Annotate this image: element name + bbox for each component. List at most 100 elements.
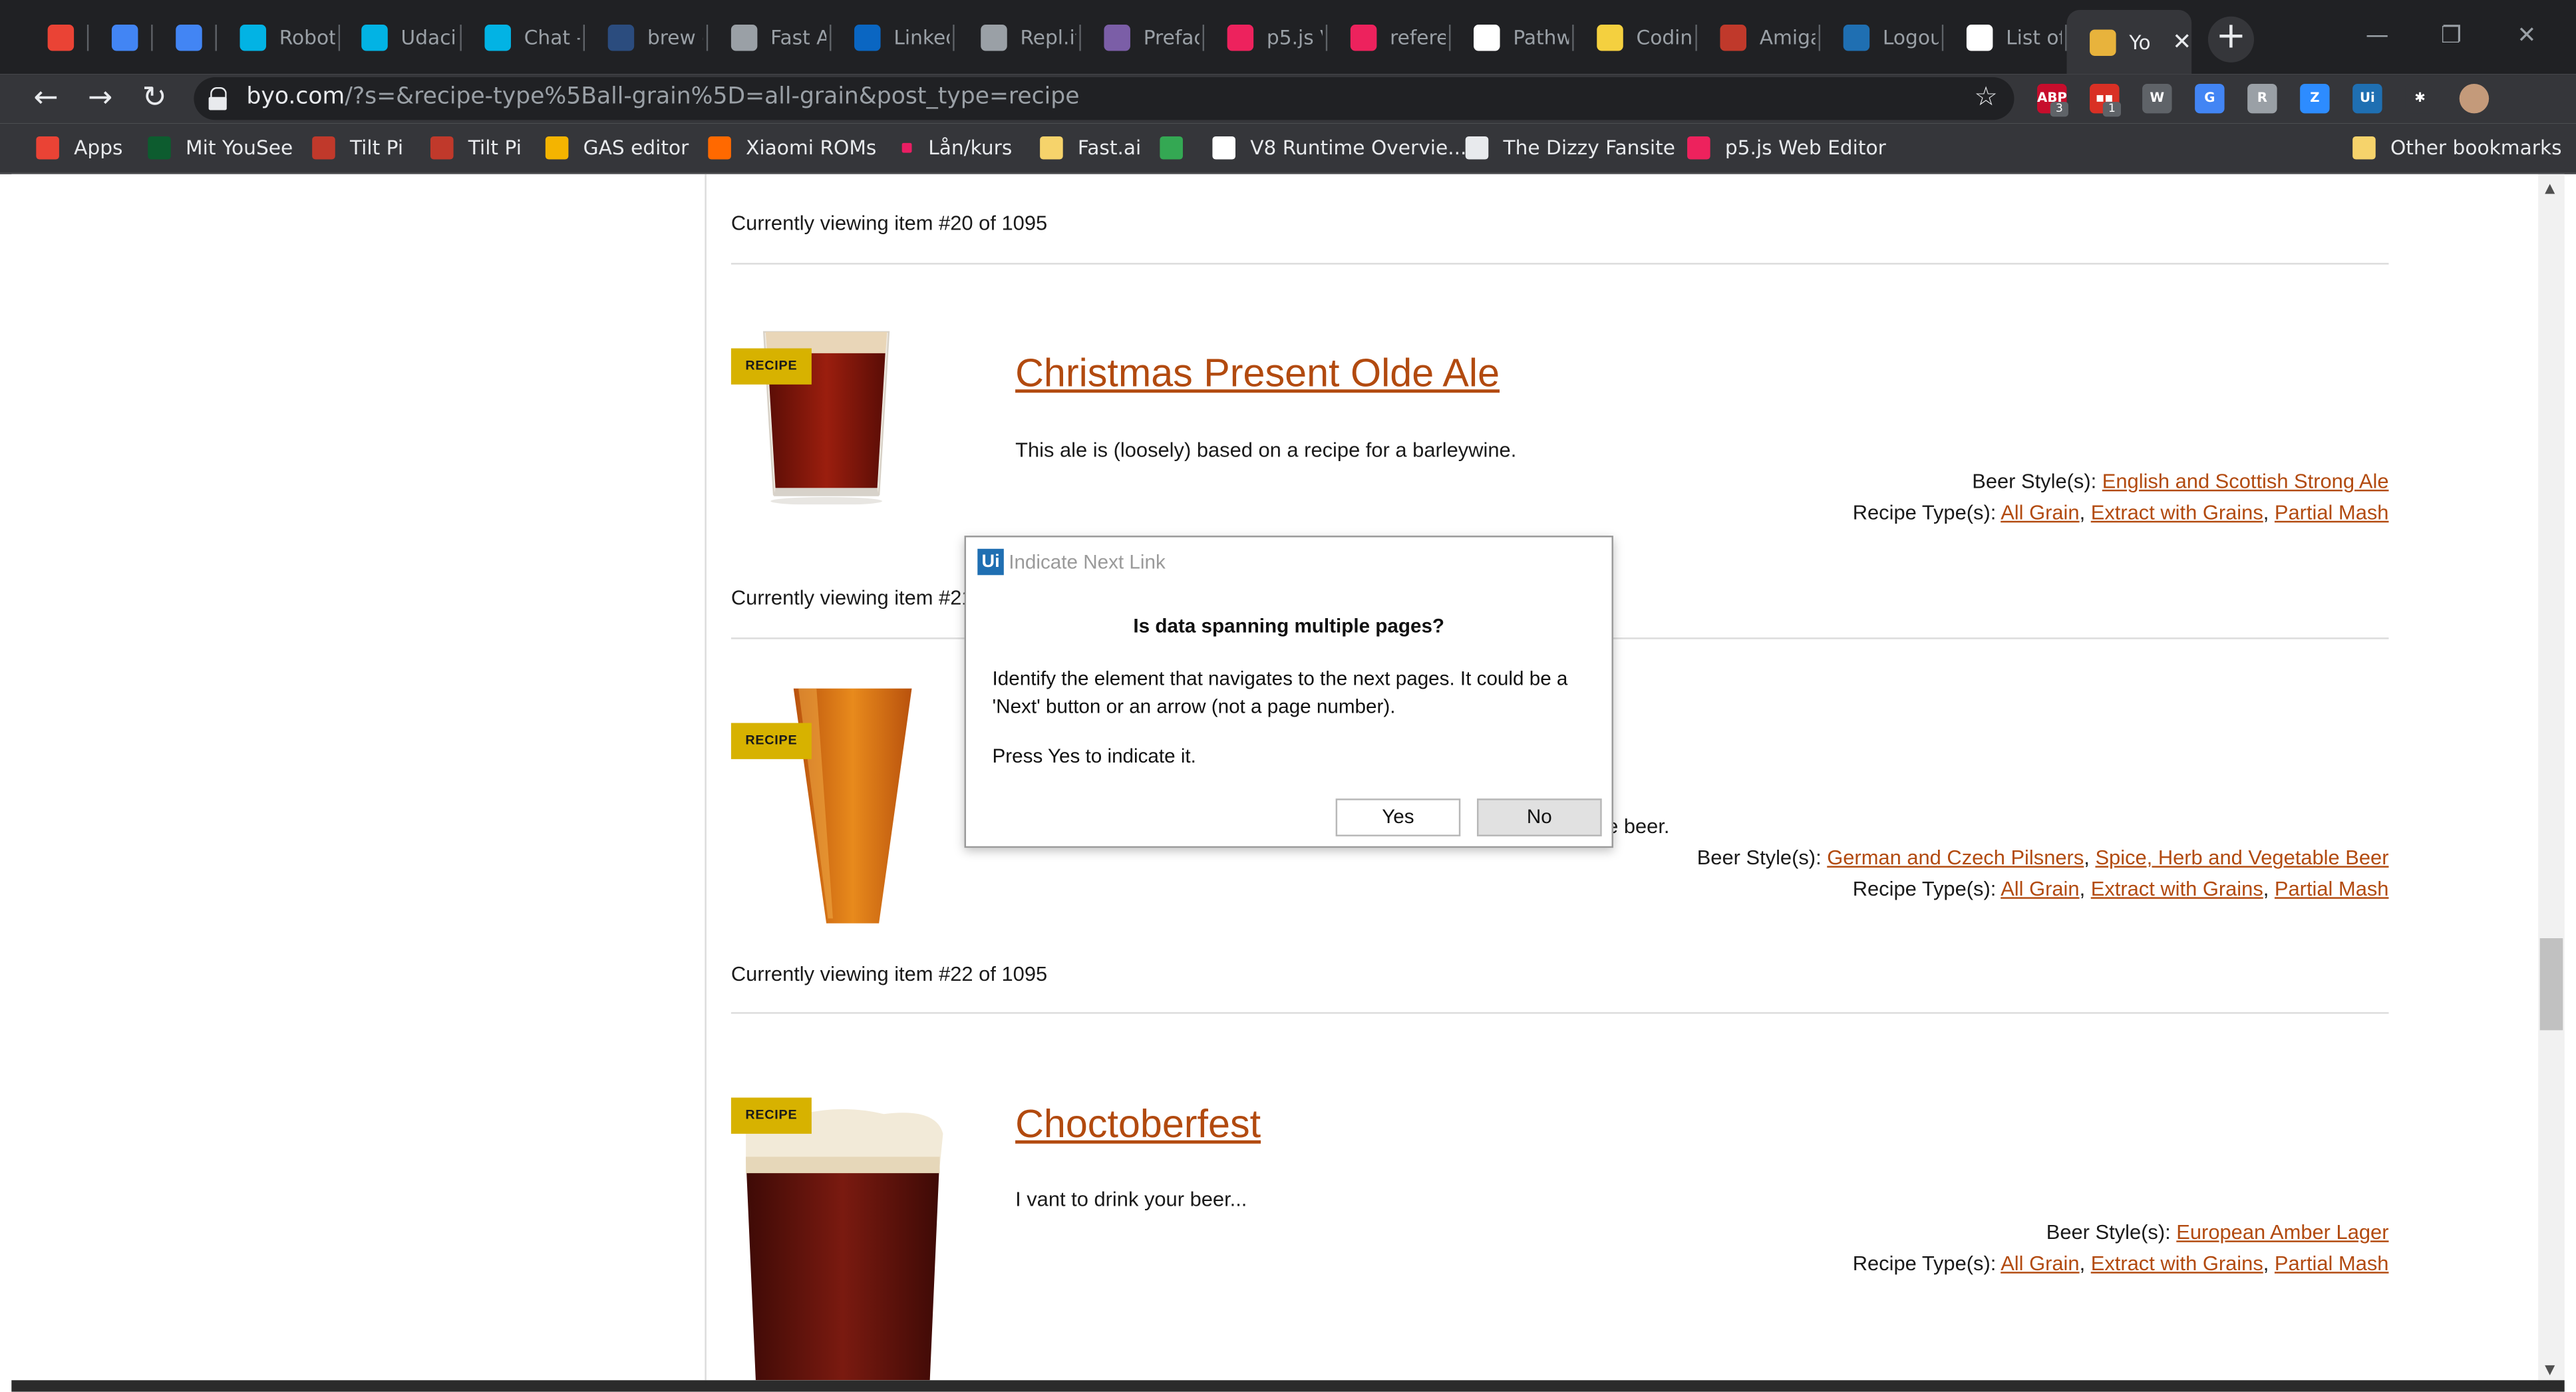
- type-link-partial-mash[interactable]: Partial Mash: [2275, 878, 2389, 901]
- bookmark-star-icon[interactable]: ☆: [1974, 81, 1997, 112]
- minimize-button[interactable]: —: [2339, 0, 2415, 73]
- browser-tab[interactable]: Roboti: [217, 13, 341, 63]
- recipe-badge: RECIPE: [730, 723, 812, 759]
- viewing-counter: Currently viewing item #21: [730, 586, 973, 610]
- browser-tab[interactable]: p5.js V: [1204, 13, 1328, 63]
- preface-icon: [1104, 25, 1130, 51]
- style-link[interactable]: Spice, Herb and Vegetable Beer: [2095, 846, 2388, 870]
- restore-button[interactable]: ❐: [2414, 0, 2490, 73]
- bookmark-item[interactable]: Apps: [36, 134, 122, 161]
- style-link[interactable]: German and Czech Pilsners: [1827, 846, 2084, 870]
- page-scrollbar[interactable]: [2538, 174, 2565, 1381]
- type-link-partial-mash[interactable]: Partial Mash: [2275, 501, 2389, 524]
- udacity-icon: [484, 25, 511, 51]
- bookmark-label: Lån/kurs: [928, 136, 1013, 160]
- type-link-extract[interactable]: Extract with Grains: [2091, 501, 2263, 524]
- browser-tab[interactable]: List of: [1943, 13, 2067, 63]
- bookmark-item[interactable]: Tilt Pi: [312, 134, 403, 161]
- folder-icon: [2352, 136, 2376, 160]
- dialog-question: Is data spanning multiple pages?: [1133, 614, 1445, 638]
- type-link-extract[interactable]: Extract with Grains: [2091, 1252, 2263, 1276]
- bookmark-item[interactable]: Fast.ai: [1040, 134, 1141, 161]
- type-link-all-grain[interactable]: All Grain: [2001, 878, 2079, 901]
- no-button[interactable]: No: [1476, 798, 1602, 836]
- translate-ext-icon[interactable]: G: [2195, 83, 2225, 114]
- other-bookmarks[interactable]: Other bookmarks: [2352, 134, 2562, 161]
- browser-tab[interactable]: Udacit: [339, 13, 462, 63]
- browser-tab[interactable]: [153, 13, 217, 63]
- back-arrow-icon[interactable]: ←: [25, 77, 67, 120]
- browser-tab[interactable]: Amiga: [1697, 13, 1821, 63]
- browser-tab[interactable]: Prefac: [1081, 13, 1205, 63]
- recipe-title-link[interactable]: Choctoberfest: [1015, 1103, 1261, 1148]
- browser-tab[interactable]: refere: [1327, 13, 1451, 63]
- type-link-partial-mash[interactable]: Partial Mash: [2275, 1252, 2389, 1276]
- recipe-description: I vant to drink your beer...: [1015, 1188, 1247, 1211]
- beer-styles: Beer Style(s): English and Scottish Stro…: [1972, 470, 2389, 493]
- browser-tab[interactable]: Linked: [832, 13, 955, 63]
- forward-arrow-icon[interactable]: →: [79, 77, 122, 120]
- udacity-icon: [240, 25, 267, 51]
- browser-tab[interactable]: Pathw: [1450, 13, 1574, 63]
- viewing-counter: Currently viewing item #22 of 1095: [730, 963, 1048, 986]
- beer-glass-image-3[interactable]: [736, 1107, 949, 1381]
- browser-tab[interactable]: Logou: [1820, 13, 1944, 63]
- horizontal-scroll-area: [11, 1380, 2565, 1392]
- viewing-counter: Currently viewing item #20 of 1095: [730, 212, 1048, 236]
- tab-title: Fast A: [770, 26, 827, 50]
- url-text[interactable]: byo.com/?s=&recipe-type%5Ball-grain%5D=a…: [246, 84, 1079, 110]
- close-tab-icon[interactable]: ✕: [2172, 29, 2191, 55]
- indicate-next-link-dialog: Ui Indicate Next Link Is data spanning m…: [964, 536, 1613, 848]
- reload-icon[interactable]: ↻: [133, 77, 176, 120]
- dot-icon: [901, 142, 912, 153]
- type-link-extract[interactable]: Extract with Grains: [2091, 878, 2263, 901]
- browser-tab[interactable]: Chat -: [462, 13, 585, 63]
- tab-title: List of: [2006, 26, 2062, 50]
- reader-ext-icon[interactable]: R: [2247, 83, 2277, 114]
- zoom-ext-icon[interactable]: Z: [2300, 83, 2330, 114]
- bookmark-label: The Dizzy Fansite: [1503, 136, 1675, 160]
- extension-badge: 1: [2102, 102, 2121, 117]
- browser-tab[interactable]: brew c: [585, 13, 709, 63]
- linkedin-icon: [854, 25, 881, 51]
- recipe-title-link[interactable]: Christmas Present Olde Ale: [1015, 351, 1500, 397]
- scroll-down-icon[interactable]: ▼: [2545, 1362, 2555, 1377]
- browser-tab[interactable]: [88, 13, 153, 63]
- scroll-up-icon[interactable]: ▲: [2545, 181, 2555, 196]
- extensions-puzzle-icon[interactable]: ✱: [2405, 83, 2435, 114]
- wordpress-icon[interactable]: W: [2142, 83, 2172, 114]
- translate-icon: [176, 25, 202, 51]
- close-window-button[interactable]: ✕: [2489, 0, 2565, 73]
- profile-avatar[interactable]: [2459, 83, 2490, 114]
- bookmark-item[interactable]: The Dizzy Fansite: [1465, 134, 1675, 161]
- new-tab-button[interactable]: +: [2207, 16, 2255, 63]
- browser-tab[interactable]: Fast A: [708, 13, 832, 63]
- browser-tab[interactable]: Codin: [1574, 13, 1697, 63]
- tab-title: Codin: [1636, 26, 1692, 50]
- code-icon: [1474, 25, 1500, 51]
- bookmark-item[interactable]: Xiaomi ROMs: [708, 134, 876, 161]
- browser-tab[interactable]: [25, 13, 89, 63]
- bookmark-label: Xiaomi ROMs: [746, 136, 877, 160]
- style-link[interactable]: English and Scottish Strong Ale: [2102, 470, 2389, 493]
- bookmark-item[interactable]: Lån/kurs: [901, 134, 1013, 161]
- style-link[interactable]: European Amber Lager: [2176, 1221, 2388, 1244]
- gas-icon: [545, 136, 569, 160]
- type-link-all-grain[interactable]: All Grain: [2001, 1252, 2079, 1276]
- yes-button[interactable]: Yes: [1335, 798, 1461, 836]
- browser-tab[interactable]: Yo ✕: [2066, 9, 2192, 75]
- scrollbar-thumb[interactable]: [2539, 938, 2563, 1031]
- bookmark-item[interactable]: Mit YouSee: [148, 134, 293, 161]
- bookmark-item[interactable]: GAS editor: [545, 134, 689, 161]
- address-bar[interactable]: byo.com/?s=&recipe-type%5Ball-grain%5D=a…: [194, 77, 2014, 120]
- tilt-icon: [430, 136, 454, 160]
- browser-tab[interactable]: Repl.it: [958, 13, 1081, 63]
- bookmark-item[interactable]: V8 Runtime Overvie...: [1212, 134, 1466, 161]
- type-link-all-grain[interactable]: All Grain: [2001, 501, 2079, 524]
- bookmark-item[interactable]: [1160, 134, 1198, 161]
- uipath-ext-icon[interactable]: Ui: [2352, 83, 2382, 114]
- bookmark-label: Mit YouSee: [186, 136, 293, 160]
- bookmark-item[interactable]: p5.js Web Editor: [1687, 134, 1886, 161]
- bookmark-label: Fast.ai: [1077, 136, 1142, 160]
- bookmark-item[interactable]: Tilt Pi: [430, 134, 522, 161]
